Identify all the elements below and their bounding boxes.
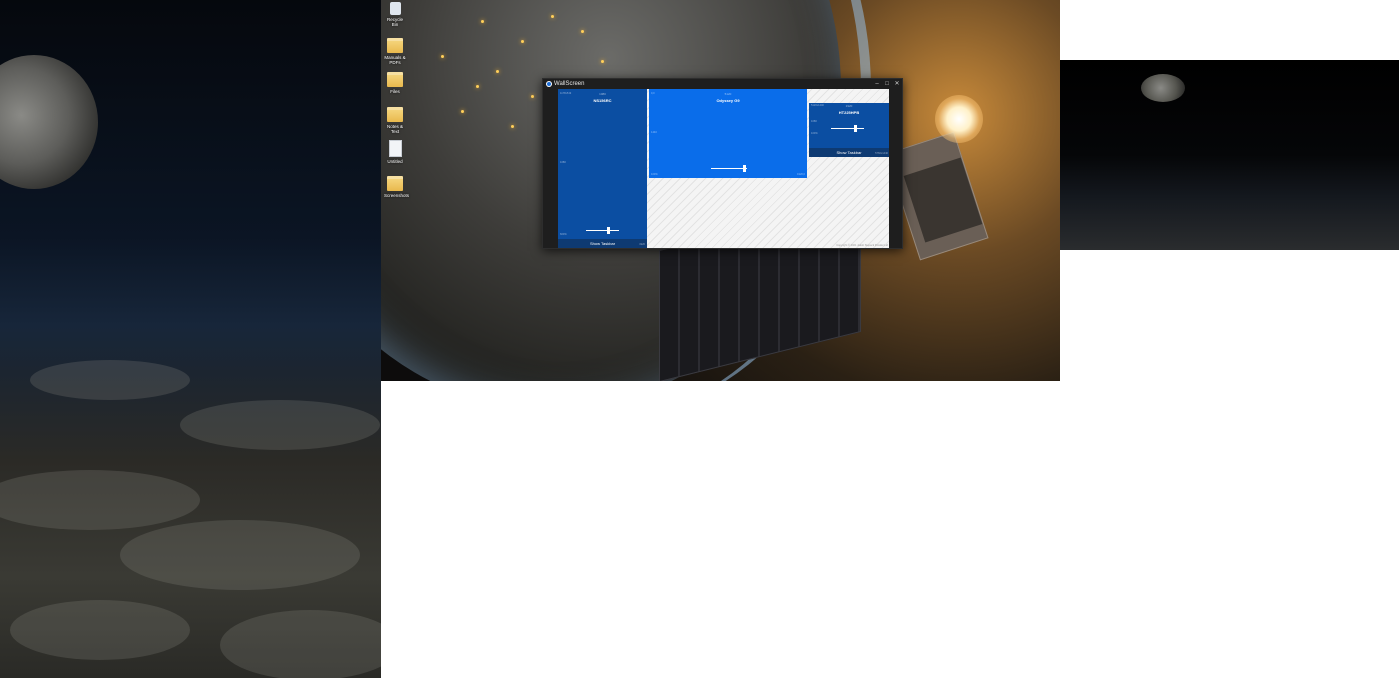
slider-thumb[interactable] [607,227,610,234]
monitor-layout-canvas: 1080 1178x519 NS156RC 1080 600% Show Tas… [558,89,889,248]
folder-icon [387,176,403,191]
slider-thumb[interactable] [854,125,857,132]
monitor-top-left-value: 0,0 [651,92,655,95]
folder-icon [387,72,403,87]
monitor-top-left-value: 1178x519 [560,92,572,95]
sun-glare [935,95,983,143]
left-monitor-wallpaper [0,0,381,678]
desktop-icon-label: Untitled [387,159,403,164]
wallscreen-app-icon [546,81,552,87]
desktop-icon-files[interactable]: Files [384,72,406,94]
desktop-icon-recycle-bin[interactable]: Recycle Bin [384,2,406,27]
monitor-tile-ht225hpb[interactable]: 1920 5120x1440 HT225HPB 1080 100% Show T… [809,103,889,157]
monitor-bottom-right-value: 5760x1440 [875,152,888,155]
recycle-bin-icon [389,2,401,15]
monitor-bottom-right-value: 1920,0 [797,173,805,176]
minimize-button[interactable]: – [872,79,882,89]
folder-icon [387,107,403,122]
monitor-name: NS156RC [593,98,612,103]
monitor-left-edge-value: 1080 [811,120,817,123]
desktop-icon-notes[interactable]: Notes & Text [384,107,406,134]
close-button[interactable]: ✕ [892,79,902,89]
monitor-bottom-left-value: 100% [651,173,658,176]
monitor-tile-ns156rc[interactable]: 1080 1178x519 NS156RC 1080 600% Show Tas… [558,89,647,248]
window-title: WallScreen [554,81,585,87]
monitor-left-edge-value: 1080 [560,161,566,164]
wallscreen-window: WallScreen – □ ✕ 1080 1178x519 NS156RC 1… [542,78,903,249]
desktop-icon-manuals[interactable]: Manuals & PDFs [384,38,406,65]
monitor-resolution: 1080 [599,92,606,96]
show-taskbar-label: Show Taskbar [589,241,616,246]
monitor-left-edge-value: 1440 [651,131,657,134]
monitor-name: HT225HPB [838,110,860,115]
monitor-top-left-value: 5120x1440 [811,104,824,107]
desktop-icon-label: Files [390,89,400,94]
desktop-icon-label: Notes & Text [386,124,403,134]
slider-thumb[interactable] [743,165,746,172]
desktop-icon-label: Screenshots [384,193,410,198]
monitor-scale-slider[interactable] [831,125,864,132]
title-bar[interactable]: WallScreen – □ ✕ [543,79,902,89]
maximize-button[interactable]: □ [882,79,892,89]
monitor-name: Odyssey G9 [716,98,740,103]
monitor-bottom-right-value: 1920 [639,243,645,246]
right-monitor-wallpaper [1060,60,1399,250]
desktop-icon-screenshots[interactable]: Screenshots [384,176,410,198]
document-icon [388,140,402,157]
monitor-resolution: 5120 [724,92,732,96]
show-taskbar-label: Show Taskbar [836,150,862,155]
monitor-scale-slider[interactable] [586,227,619,234]
folder-icon [387,38,403,53]
monitor-bottom-left-value: 100% [811,132,818,135]
show-taskbar-button[interactable]: Show Taskbar [558,239,647,248]
monitor-tile-odyssey-g9[interactable]: 5120 0,0 Odyssey G9 1440 100% 1920,0 [649,89,807,178]
desktop-icon-document[interactable]: Untitled [384,140,406,164]
desktop-icon-label: Recycle Bin [386,17,403,27]
moon-image [0,55,98,189]
monitor-bottom-left-value: 600% [560,233,567,236]
footer-text: Copyright © 2021 Jakob Stepeck Powder Lt… [836,244,888,247]
desktop-icon-label: Manuals & PDFs [384,55,406,65]
monitor-scale-slider[interactable] [711,165,747,172]
moon-image [1141,74,1185,102]
